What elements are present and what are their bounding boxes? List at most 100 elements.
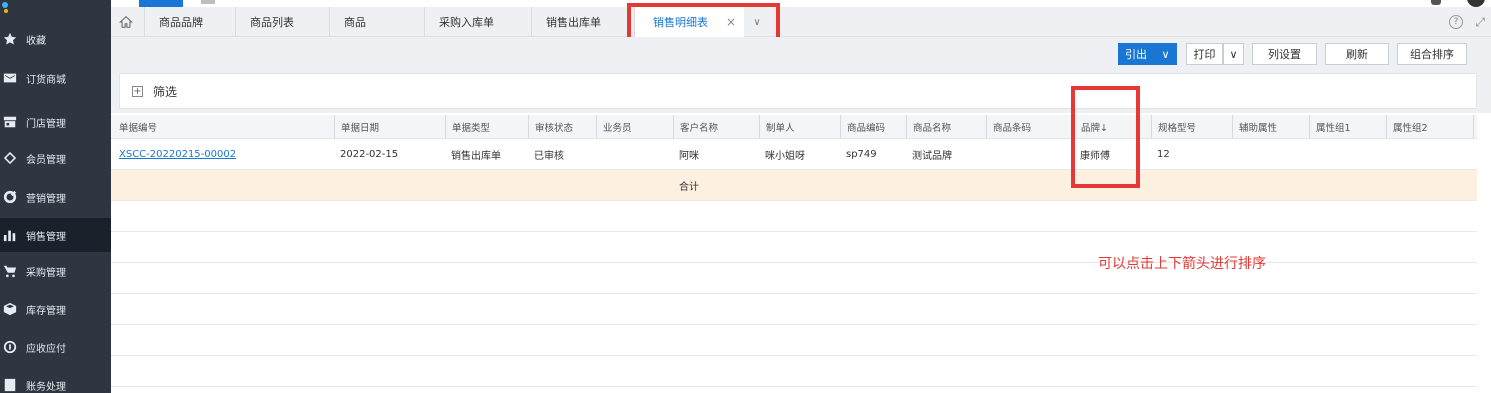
cell-spec: 12 (1157, 148, 1170, 160)
refresh-button[interactable]: 刷新 (1325, 43, 1389, 65)
expand-plus-icon[interactable]: + (132, 85, 143, 97)
toolbar: 引出 ∨ 打印 ∨ 列设置 刷新 组合排序 (111, 37, 1491, 69)
doc-no-link[interactable]: XSCC-20220215-00002 (119, 139, 236, 169)
tab-label: 商品 (344, 16, 366, 29)
sidebar: 收藏 订货商城 门店管理 会员管理 营销管理 销售管理 采购管理 库存管理 应收… (0, 0, 111, 393)
cell-customer: 阿咪 (679, 150, 699, 162)
column-header-barcode[interactable]: 商品条码 (986, 115, 1031, 138)
box-icon (2, 301, 18, 317)
top-right-icon[interactable] (1431, 0, 1441, 5)
sidebar-item-label: 库存管理 (26, 305, 66, 317)
sidebar-item-label: 账务处理 (26, 381, 66, 393)
cell-audit-status: 已审核 (534, 150, 564, 162)
sidebar-item-receivables[interactable]: 应收应付 (0, 330, 111, 364)
column-header-salesman[interactable]: 业务员 (596, 115, 632, 138)
print-dropdown-chevron-icon[interactable]: ∨ (1223, 43, 1244, 65)
sidebar-item-accounting[interactable]: 账务处理 (0, 368, 111, 393)
column-header-doc-type[interactable]: 单据类型 (445, 115, 490, 138)
top-strip (111, 0, 1491, 7)
top-active-tab[interactable] (139, 0, 183, 7)
total-label: 合计 (679, 181, 699, 193)
export-button[interactable]: 引出 (1118, 43, 1154, 65)
sidebar-item-favorites[interactable]: 收藏 (0, 22, 111, 56)
logo-dot-blue (2, 2, 8, 8)
column-header-attr-group1[interactable]: 属性组1 (1309, 115, 1351, 138)
tab-product-list[interactable]: 商品列表 (235, 7, 328, 37)
tab-purchase-inbound[interactable]: 采购入库单 (424, 7, 530, 37)
sidebar-item-stores[interactable]: 门店管理 (0, 105, 111, 139)
sidebar-item-label: 营销管理 (26, 193, 66, 205)
filter-label[interactable]: 筛选 (153, 83, 177, 100)
table-row-empty (111, 232, 1477, 263)
sidebar-item-purchasing[interactable]: 采购管理 (0, 254, 111, 288)
bar-chart-icon (2, 227, 18, 243)
filter-panel[interactable]: + 筛选 (119, 73, 1477, 109)
print-button[interactable]: 打印 (1186, 43, 1223, 65)
cell-creator: 咪小姐呀 (765, 150, 805, 162)
tab-product-brand[interactable]: 商品品牌 (144, 7, 234, 37)
sales-detail-table: 单据编号 单据日期 单据类型 审核状态 业务员 客户名称 制单人 商品编码 商品… (111, 115, 1491, 387)
store-icon (2, 114, 18, 130)
logo (0, 0, 111, 14)
column-settings-button[interactable]: 列设置 (1252, 43, 1317, 65)
column-header-doc-date[interactable]: 单据日期 (334, 115, 379, 138)
tab-product[interactable]: 商品 (329, 7, 423, 37)
tab-label: 商品品牌 (159, 16, 203, 29)
filter-area: + 筛选 (111, 69, 1491, 113)
cell-doc-date: 2022-02-15 (340, 148, 399, 160)
column-header-product-code[interactable]: 商品编码 (840, 115, 885, 138)
fullscreen-icon[interactable]: ⤢ (1475, 15, 1485, 30)
column-header-creator[interactable]: 制单人 (759, 115, 795, 138)
diamond-icon (2, 150, 18, 166)
column-header-doc-no[interactable]: 单据编号 (119, 115, 157, 138)
column-header-overflow (1473, 115, 1479, 138)
mail-icon (2, 70, 18, 86)
tab-bar: 商品品牌 商品列表 商品 采购入库单 销售出库单 销售明细表 × ∨ ? ⤢ (111, 7, 1491, 37)
column-header-customer[interactable]: 客户名称 (673, 115, 718, 138)
sidebar-item-sales[interactable]: 销售管理 (0, 218, 111, 252)
home-tab[interactable] (111, 7, 141, 37)
coin-icon (2, 339, 18, 355)
user-icon[interactable] (1467, 0, 1485, 7)
tab-label: 销售出库单 (546, 16, 601, 29)
home-icon (119, 16, 133, 28)
marketing-icon (2, 189, 18, 205)
sidebar-item-label: 门店管理 (26, 118, 66, 130)
tab-label: 商品列表 (250, 16, 294, 29)
sidebar-item-label: 收藏 (26, 35, 46, 47)
cell-product-name: 测试品牌 (912, 150, 952, 162)
sidebar-item-ordering-mall[interactable]: 订货商城 (0, 61, 111, 95)
export-dropdown-chevron-icon[interactable]: ∨ (1154, 43, 1177, 65)
sidebar-item-label: 采购管理 (26, 267, 66, 279)
ledger-icon (2, 377, 18, 393)
cell-product-code: sp749 (846, 148, 877, 160)
highlight-box-brand (1071, 86, 1140, 188)
logo-dot-yellow (4, 9, 8, 13)
sidebar-item-inventory[interactable]: 库存管理 (0, 292, 111, 326)
combined-sort-button[interactable]: 组合排序 (1397, 43, 1467, 65)
column-header-product-name[interactable]: 商品名称 (906, 115, 951, 138)
table-header-row: 单据编号 单据日期 单据类型 审核状态 业务员 客户名称 制单人 商品编码 商品… (111, 115, 1477, 139)
help-icon[interactable]: ? (1449, 15, 1463, 29)
sidebar-item-members[interactable]: 会员管理 (0, 141, 111, 175)
table-row-empty (111, 356, 1477, 387)
star-icon (2, 31, 18, 47)
top-tab-fragment[interactable] (201, 0, 215, 4)
table-row-empty (111, 325, 1477, 356)
sidebar-item-label: 订货商城 (26, 74, 66, 86)
sidebar-item-label: 销售管理 (26, 231, 66, 243)
tab-label: 采购入库单 (439, 16, 494, 29)
cart-icon (2, 263, 18, 279)
cell-doc-type: 销售出库单 (451, 150, 501, 162)
table-row-empty (111, 294, 1477, 325)
table-row[interactable]: XSCC-20220215-00002 2022-02-15 销售出库单 已审核… (111, 139, 1477, 170)
sidebar-item-marketing[interactable]: 营销管理 (0, 180, 111, 214)
column-header-aux-attr[interactable]: 辅助属性 (1232, 115, 1277, 138)
column-header-attr-group2[interactable]: 属性组2 (1386, 115, 1428, 138)
column-header-audit-status[interactable]: 审核状态 (528, 115, 573, 138)
tab-sales-outbound[interactable]: 销售出库单 (531, 7, 633, 37)
sidebar-item-label: 会员管理 (26, 154, 66, 166)
table-total-row: 合计 (111, 170, 1477, 201)
sidebar-item-label: 应收应付 (26, 343, 66, 355)
column-header-spec[interactable]: 规格型号 (1151, 115, 1196, 138)
